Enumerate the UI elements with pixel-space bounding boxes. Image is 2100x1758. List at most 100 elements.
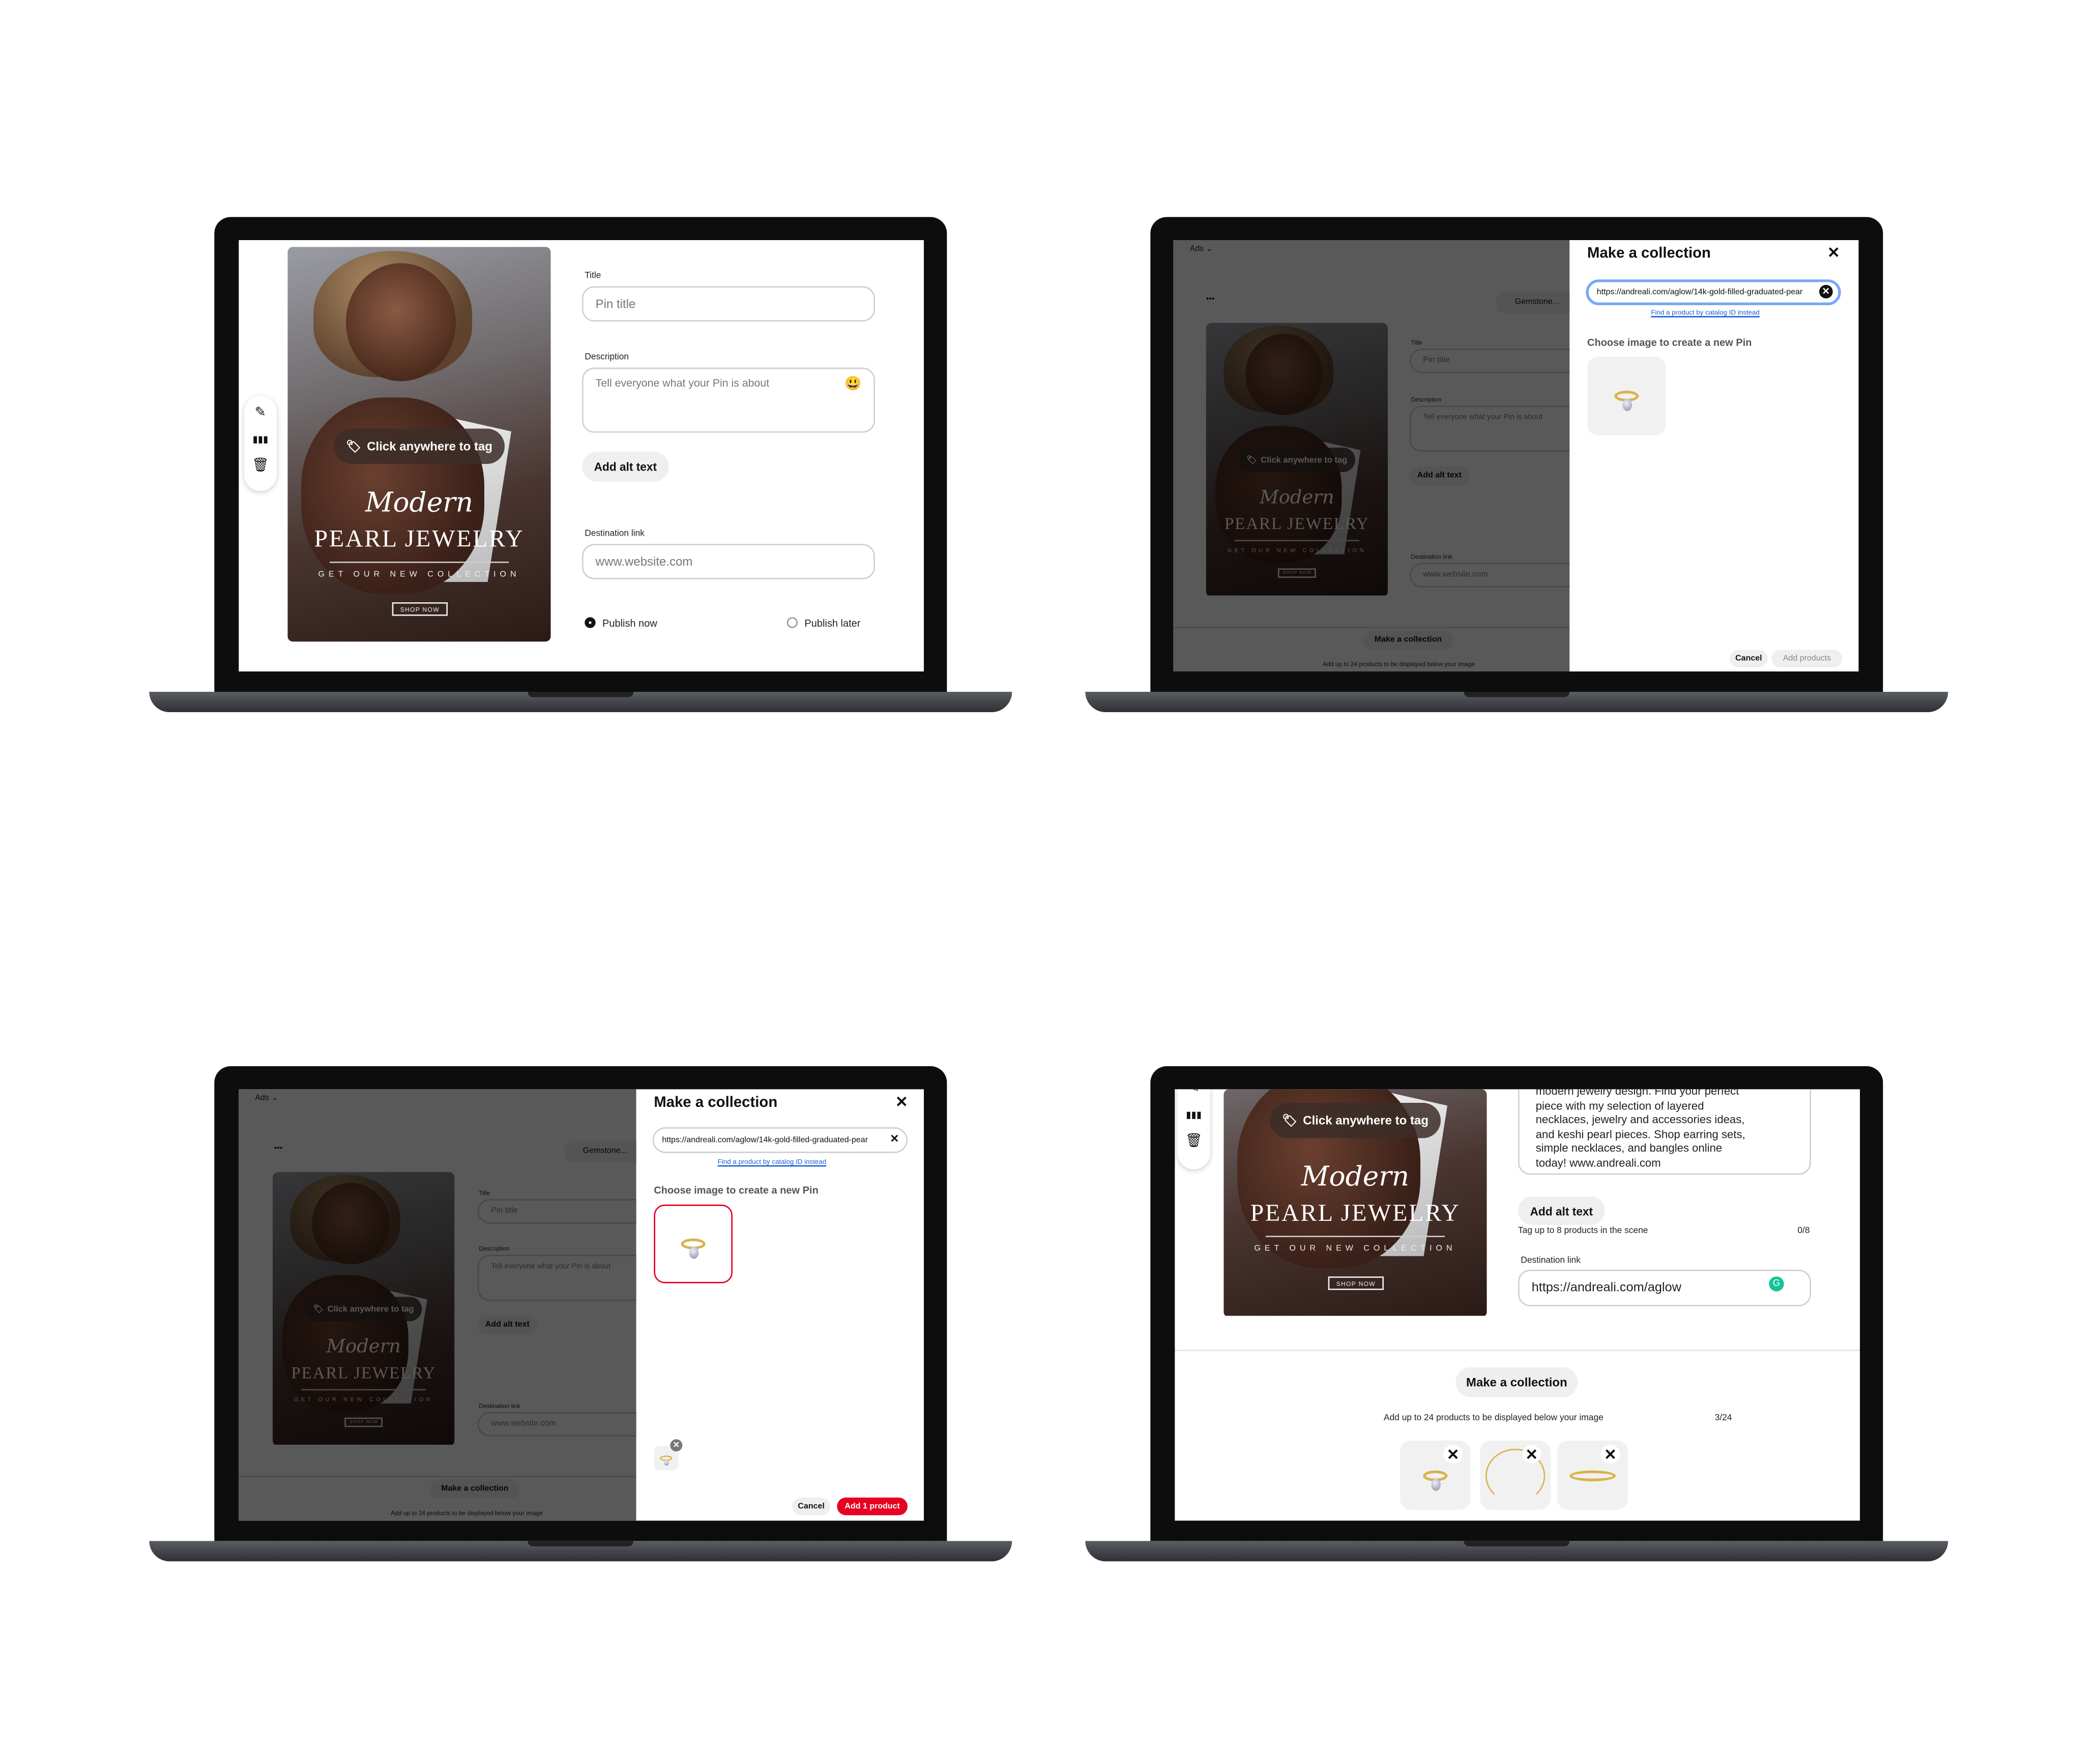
add-alt-text-button[interactable]: Add alt text	[1518, 1196, 1605, 1225]
tag-products-note: Tag up to 8 products in the scene	[1518, 1226, 1648, 1236]
make-collection-button[interactable]: Make a collection	[1455, 1367, 1578, 1397]
pencil-icon[interactable]: ✎	[1188, 1089, 1199, 1096]
title-input: Pin title	[1409, 348, 1586, 373]
board-select[interactable]: Gemstone...	[1496, 291, 1578, 314]
title-label: Title	[479, 1189, 490, 1197]
clear-input-icon[interactable]: ✕	[1819, 285, 1833, 299]
board-select[interactable]: Gemstone...	[564, 1140, 646, 1163]
catalog-id-link[interactable]: Find a product by catalog ID instead	[718, 1158, 826, 1166]
description-label: Description	[585, 353, 629, 363]
add-products-button[interactable]: Add products	[1771, 650, 1843, 668]
add-alt-text-button: Add alt text	[1409, 466, 1470, 486]
laptop-base	[149, 1541, 1012, 1562]
collection-note: Add up to 24 products to be displayed be…	[1384, 1413, 1603, 1423]
add-one-product-button[interactable]: Add 1 product	[837, 1498, 908, 1515]
laptop-base	[149, 692, 1012, 713]
modal-title: Make a collection	[1587, 245, 1711, 262]
close-icon[interactable]: ✕	[1522, 1445, 1541, 1464]
publish-now-radio[interactable]	[585, 617, 596, 628]
grammarly-icon[interactable]: G	[1769, 1276, 1784, 1292]
mockup-stage: ✎ ▮▮▮ 🗑 🏷 Click anywhere to tag Modern PE…	[0, 0, 2100, 1758]
product-image-option[interactable]	[1587, 357, 1666, 436]
ads-menu[interactable]: Ads ⌄	[1190, 244, 1213, 254]
modal-backdrop[interactable]: Ads ⌄ ••• Gemstone... 🏷 Click anywhere to…	[239, 1089, 654, 1521]
pin-script-text: Modern	[365, 485, 474, 518]
destination-label: Destination link	[585, 529, 645, 539]
title-input: Pin title	[477, 1199, 654, 1224]
emoji-icon[interactable]: 😃	[844, 377, 861, 392]
remove-icon[interactable]: ✕	[670, 1439, 683, 1452]
columns-icon[interactable]: ▮▮▮	[253, 434, 269, 445]
trash-icon[interactable]: 🗑	[1185, 1134, 1203, 1149]
product-url-input[interactable]: https://andreali.com/aglow/14k-gold-fill…	[652, 1127, 908, 1153]
more-button[interactable]: •••	[1206, 296, 1215, 304]
destination-label: Destination link	[479, 1402, 520, 1410]
pin-cta: SHOP NOW	[392, 602, 448, 616]
chevron-down-icon: ⌄	[1206, 245, 1213, 254]
cancel-button[interactable]: Cancel	[1730, 650, 1768, 668]
tag-hint-pill[interactable]: 🏷 Click anywhere to tag	[1270, 1103, 1441, 1138]
more-button[interactable]: •••	[274, 1145, 283, 1153]
description-input[interactable]: modern jewelry design. Find your perfect…	[1518, 1089, 1812, 1175]
columns-icon[interactable]: ▮▮▮	[1186, 1109, 1202, 1121]
publish-now-label: Publish now	[602, 617, 657, 630]
add-alt-text-button: Add alt text	[477, 1315, 538, 1335]
destination-label: Destination link	[1521, 1256, 1581, 1266]
make-collection-button: Make a collection	[430, 1480, 520, 1499]
close-icon[interactable]: ✕	[895, 1093, 908, 1111]
clear-input-icon[interactable]: ✕	[890, 1133, 899, 1145]
pencil-icon[interactable]: ✎	[255, 405, 266, 420]
destination-input: www.website.com	[477, 1412, 654, 1437]
description-label: Description	[479, 1245, 510, 1252]
close-icon[interactable]: ✕	[1443, 1445, 1463, 1464]
close-icon[interactable]: ✕	[1827, 244, 1840, 262]
cancel-button[interactable]: Cancel	[792, 1498, 831, 1515]
destination-label: Destination link	[1411, 553, 1452, 561]
laptop-base	[1085, 692, 1948, 713]
close-icon[interactable]: ✕	[1600, 1445, 1620, 1464]
collection-note: Add up to 24 products to be displayed be…	[391, 1510, 543, 1517]
pin-headline: PEARL JEWELRY	[314, 525, 524, 552]
modal-backdrop[interactable]: Ads ⌄ ••• Gemstone... 🏷 Click anywhere to…	[1173, 240, 1586, 672]
chevron-down-icon: ⌄	[271, 1095, 278, 1103]
tag-hint-pill[interactable]: 🏷 Click anywhere to tag	[334, 428, 505, 464]
description-input: Tell everyone what your Pin is about	[477, 1254, 654, 1301]
trash-icon[interactable]: 🗑	[252, 458, 269, 473]
tag-count: 0/8	[1797, 1226, 1810, 1236]
tag-icon: 🏷	[346, 438, 362, 453]
description-label: Description	[1411, 396, 1442, 403]
tag-icon: 🏷	[1282, 1113, 1298, 1127]
image-toolbar: ✎ ▮▮▮ 🗑	[244, 396, 277, 491]
product-image-option-selected[interactable]	[654, 1205, 733, 1283]
title-input[interactable]: Pin title	[582, 286, 876, 322]
choose-image-label: Choose image to create a new Pin	[654, 1184, 819, 1197]
destination-input: www.website.com	[1409, 563, 1586, 588]
destination-input[interactable]: https://andreali.com/aglow G	[1518, 1270, 1812, 1307]
pin-image: 🏷 Click anywhere to tag Modern PEARL JEWEL…	[273, 1172, 455, 1446]
pin-image[interactable]: 🏷 Click anywhere to tag Modern PEARL JEWEL…	[1223, 1089, 1487, 1317]
screen-pin-builder: ✎ ▮▮▮ 🗑 🏷 Click anywhere to tag Modern PE…	[239, 240, 924, 672]
destination-input[interactable]: www.website.com	[582, 544, 876, 579]
screen-make-collection-selected: Ads ⌄ ••• Gemstone... 🏷 Click anywhere to…	[239, 1089, 924, 1521]
add-alt-text-button[interactable]: Add alt text	[582, 452, 669, 482]
collection-count: 3/24	[1714, 1413, 1732, 1423]
ring-image	[681, 1238, 706, 1259]
catalog-id-link[interactable]: Find a product by catalog ID instead	[1651, 309, 1759, 317]
title-label: Title	[1411, 339, 1422, 346]
description-input[interactable]: Tell everyone what your Pin is about 😃	[582, 367, 876, 433]
pin-image[interactable]: 🏷 Click anywhere to tag Modern PEARL JEWE…	[287, 247, 551, 642]
image-toolbar: ✎ ▮▮▮ 🗑	[1177, 1089, 1210, 1169]
description-input: Tell everyone what your Pin is about	[1409, 405, 1586, 452]
modal-title: Make a collection	[654, 1095, 778, 1111]
divider	[1175, 1350, 1860, 1352]
publish-later-label: Publish later	[804, 617, 861, 630]
make-collection-button: Make a collection	[1363, 631, 1453, 650]
publish-later-radio[interactable]	[786, 617, 798, 628]
choose-image-label: Choose image to create a new Pin	[1587, 336, 1752, 349]
pin-subline: GET OUR NEW COLLECTION	[318, 571, 520, 579]
product-url-input[interactable]: https://andreali.com/aglow/14k-gold-fill…	[1586, 279, 1841, 306]
ads-menu[interactable]: Ads ⌄	[255, 1093, 278, 1103]
make-collection-modal: Make a collection ✕ https://andreali.com…	[1569, 240, 1859, 672]
ring-image	[1614, 391, 1639, 412]
screen-make-collection-modal: Ads ⌄ ••• Gemstone... 🏷 Click anywhere to…	[1173, 240, 1859, 672]
